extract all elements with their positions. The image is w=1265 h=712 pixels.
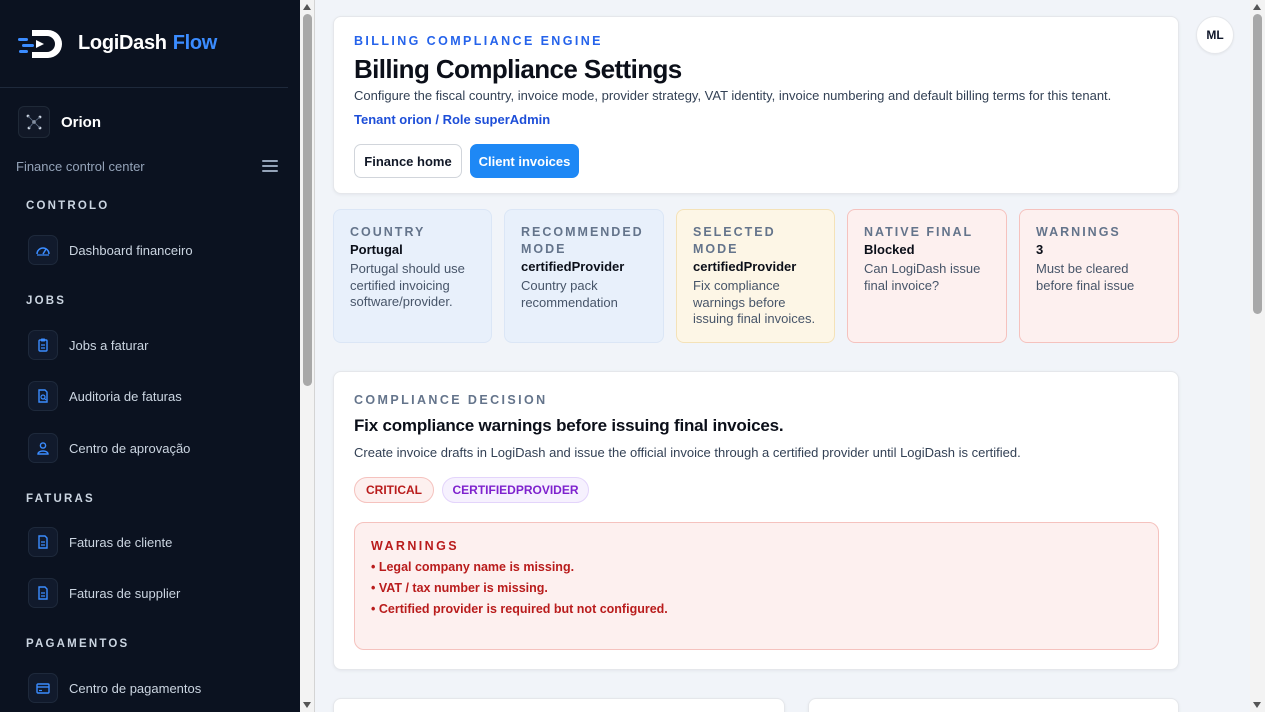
stat-card-warnings: WARNINGS 3 Must be cleared before final … xyxy=(1019,209,1179,343)
page-title: Billing Compliance Settings xyxy=(354,54,682,84)
sidebar-subtitle: Finance control center xyxy=(16,158,145,174)
stat-card-selected-mode: SELECTED MODE certifiedProvider Fix comp… xyxy=(676,209,835,343)
sidebar-item-faturas-de-cliente[interactable]: Faturas de cliente xyxy=(0,524,172,560)
stat-description: Fix compliance warnings before issuing f… xyxy=(693,278,816,326)
sidebar: LogiDash Flow Orion Finance control cent… xyxy=(0,0,300,712)
sidebar-item-label: Centro de pagamentos xyxy=(69,680,202,696)
warnings-box: WARNINGS • Legal company name is missing… xyxy=(354,522,1159,650)
stat-label: NATIVE FINAL xyxy=(864,225,974,239)
section-title-faturas: FATURAS xyxy=(26,493,95,505)
stat-label: RECOMMENDED MODE xyxy=(521,225,644,256)
stat-value: 3 xyxy=(1036,242,1044,257)
client-invoices-button[interactable]: Client invoices xyxy=(470,144,579,178)
bottom-card-right xyxy=(808,698,1179,712)
stat-card-recommended-mode: RECOMMENDED MODE certifiedProvider Count… xyxy=(504,209,664,343)
stat-label: WARNINGS xyxy=(1036,225,1121,239)
stat-description: Must be cleared before final issue xyxy=(1036,261,1135,293)
tenant-role-line: Tenant orion / Role superAdmin xyxy=(354,112,551,127)
sidebar-scrollbar[interactable] xyxy=(300,0,315,712)
warning-item: • Legal company name is missing. xyxy=(371,560,575,574)
sidebar-item-centro-de-aprovacao[interactable]: Centro de aprovação xyxy=(0,430,190,466)
document-icon xyxy=(28,578,58,608)
mode-badge: CERTIFIEDPROVIDER xyxy=(442,477,589,503)
tenant-switcher[interactable]: Orion xyxy=(0,88,300,156)
hamburger-menu-icon[interactable] xyxy=(262,160,278,172)
tenant-name: Orion xyxy=(61,113,101,131)
sidebar-item-faturas-de-supplier[interactable]: Faturas de supplier xyxy=(0,575,180,611)
compliance-decision-card: COMPLIANCE DECISION Fix compliance warni… xyxy=(333,371,1179,670)
document-icon xyxy=(28,527,58,557)
stat-description: Country pack recommendation xyxy=(521,278,618,310)
sidebar-scrollbar-thumb[interactable] xyxy=(303,14,312,386)
main-scrollbar[interactable] xyxy=(1250,0,1265,712)
warnings-title: WARNINGS xyxy=(371,539,459,553)
clipboard-icon xyxy=(28,330,58,360)
stat-card-native-final: NATIVE FINAL Blocked Can LogiDash issue … xyxy=(847,209,1007,343)
sidebar-item-dashboard-financeiro[interactable]: Dashboard financeiro xyxy=(0,232,193,268)
stat-label: COUNTRY xyxy=(350,225,426,239)
scroll-up-arrow-icon[interactable] xyxy=(1253,4,1261,10)
stat-label: SELECTED MODE xyxy=(693,225,776,256)
stat-card-country: COUNTRY Portugal Portugal should use cer… xyxy=(333,209,492,343)
stat-value: Portugal xyxy=(350,242,403,257)
brand-flow: Flow xyxy=(172,32,218,54)
header-eyebrow: BILLING COMPLIANCE ENGINE xyxy=(354,34,603,48)
decision-eyebrow: COMPLIANCE DECISION xyxy=(354,393,548,407)
scroll-down-arrow-icon[interactable] xyxy=(1253,702,1261,708)
stat-description: Can LogiDash issue final invoice? xyxy=(864,261,981,293)
page-description: Configure the fiscal country, invoice mo… xyxy=(354,88,1112,103)
brand-name: LogiDash xyxy=(78,32,167,54)
warning-item: • Certified provider is required but not… xyxy=(371,602,668,616)
bottom-card-left xyxy=(333,698,785,712)
user-avatar[interactable]: ML xyxy=(1196,16,1234,54)
section-title-pagamentos: PAGAMENTOS xyxy=(26,638,130,650)
header-card: BILLING COMPLIANCE ENGINE Billing Compli… xyxy=(333,16,1179,194)
stat-value: Blocked xyxy=(864,242,915,257)
sidebar-item-label: Dashboard financeiro xyxy=(69,242,193,258)
sidebar-item-label: Centro de aprovação xyxy=(69,440,191,456)
finance-home-button[interactable]: Finance home xyxy=(354,144,462,178)
decision-description: Create invoice drafts in LogiDash and is… xyxy=(354,445,1021,460)
sidebar-item-label: Faturas de supplier xyxy=(69,585,181,601)
stat-value: certifiedProvider xyxy=(521,259,625,274)
scroll-up-arrow-icon[interactable] xyxy=(303,4,311,10)
section-title-jobs: JOBS xyxy=(26,295,67,307)
warning-item: • VAT / tax number is missing. xyxy=(371,581,548,595)
sidebar-item-jobs-a-faturar[interactable]: Jobs a faturar xyxy=(0,327,149,363)
sidebar-subtitle-row: Finance control center xyxy=(0,156,300,176)
stat-value: certifiedProvider xyxy=(693,259,797,274)
sidebar-item-label: Auditoria de faturas xyxy=(69,388,182,404)
sidebar-item-centro-de-pagamentos[interactable]: Centro de pagamentos xyxy=(0,670,201,706)
main-scrollbar-thumb[interactable] xyxy=(1253,14,1262,314)
critical-badge: CRITICAL xyxy=(354,477,434,503)
decision-title: Fix compliance warnings before issuing f… xyxy=(354,416,784,435)
stat-description: Portugal should use certified invoicing … xyxy=(350,261,465,309)
gauge-icon xyxy=(28,235,58,265)
sidebar-item-auditoria-de-faturas[interactable]: Auditoria de faturas xyxy=(0,378,182,414)
brand[interactable]: LogiDash Flow xyxy=(0,0,288,88)
constellation-icon xyxy=(18,106,50,138)
sidebar-item-label: Jobs a faturar xyxy=(69,337,149,353)
document-search-icon xyxy=(28,381,58,411)
logidash-logo-icon xyxy=(18,26,68,62)
scroll-down-arrow-icon[interactable] xyxy=(303,702,311,708)
user-check-icon xyxy=(28,433,58,463)
sidebar-item-label: Faturas de cliente xyxy=(69,534,173,550)
section-title-controlo: CONTROLO xyxy=(26,200,110,212)
card-icon xyxy=(28,673,58,703)
